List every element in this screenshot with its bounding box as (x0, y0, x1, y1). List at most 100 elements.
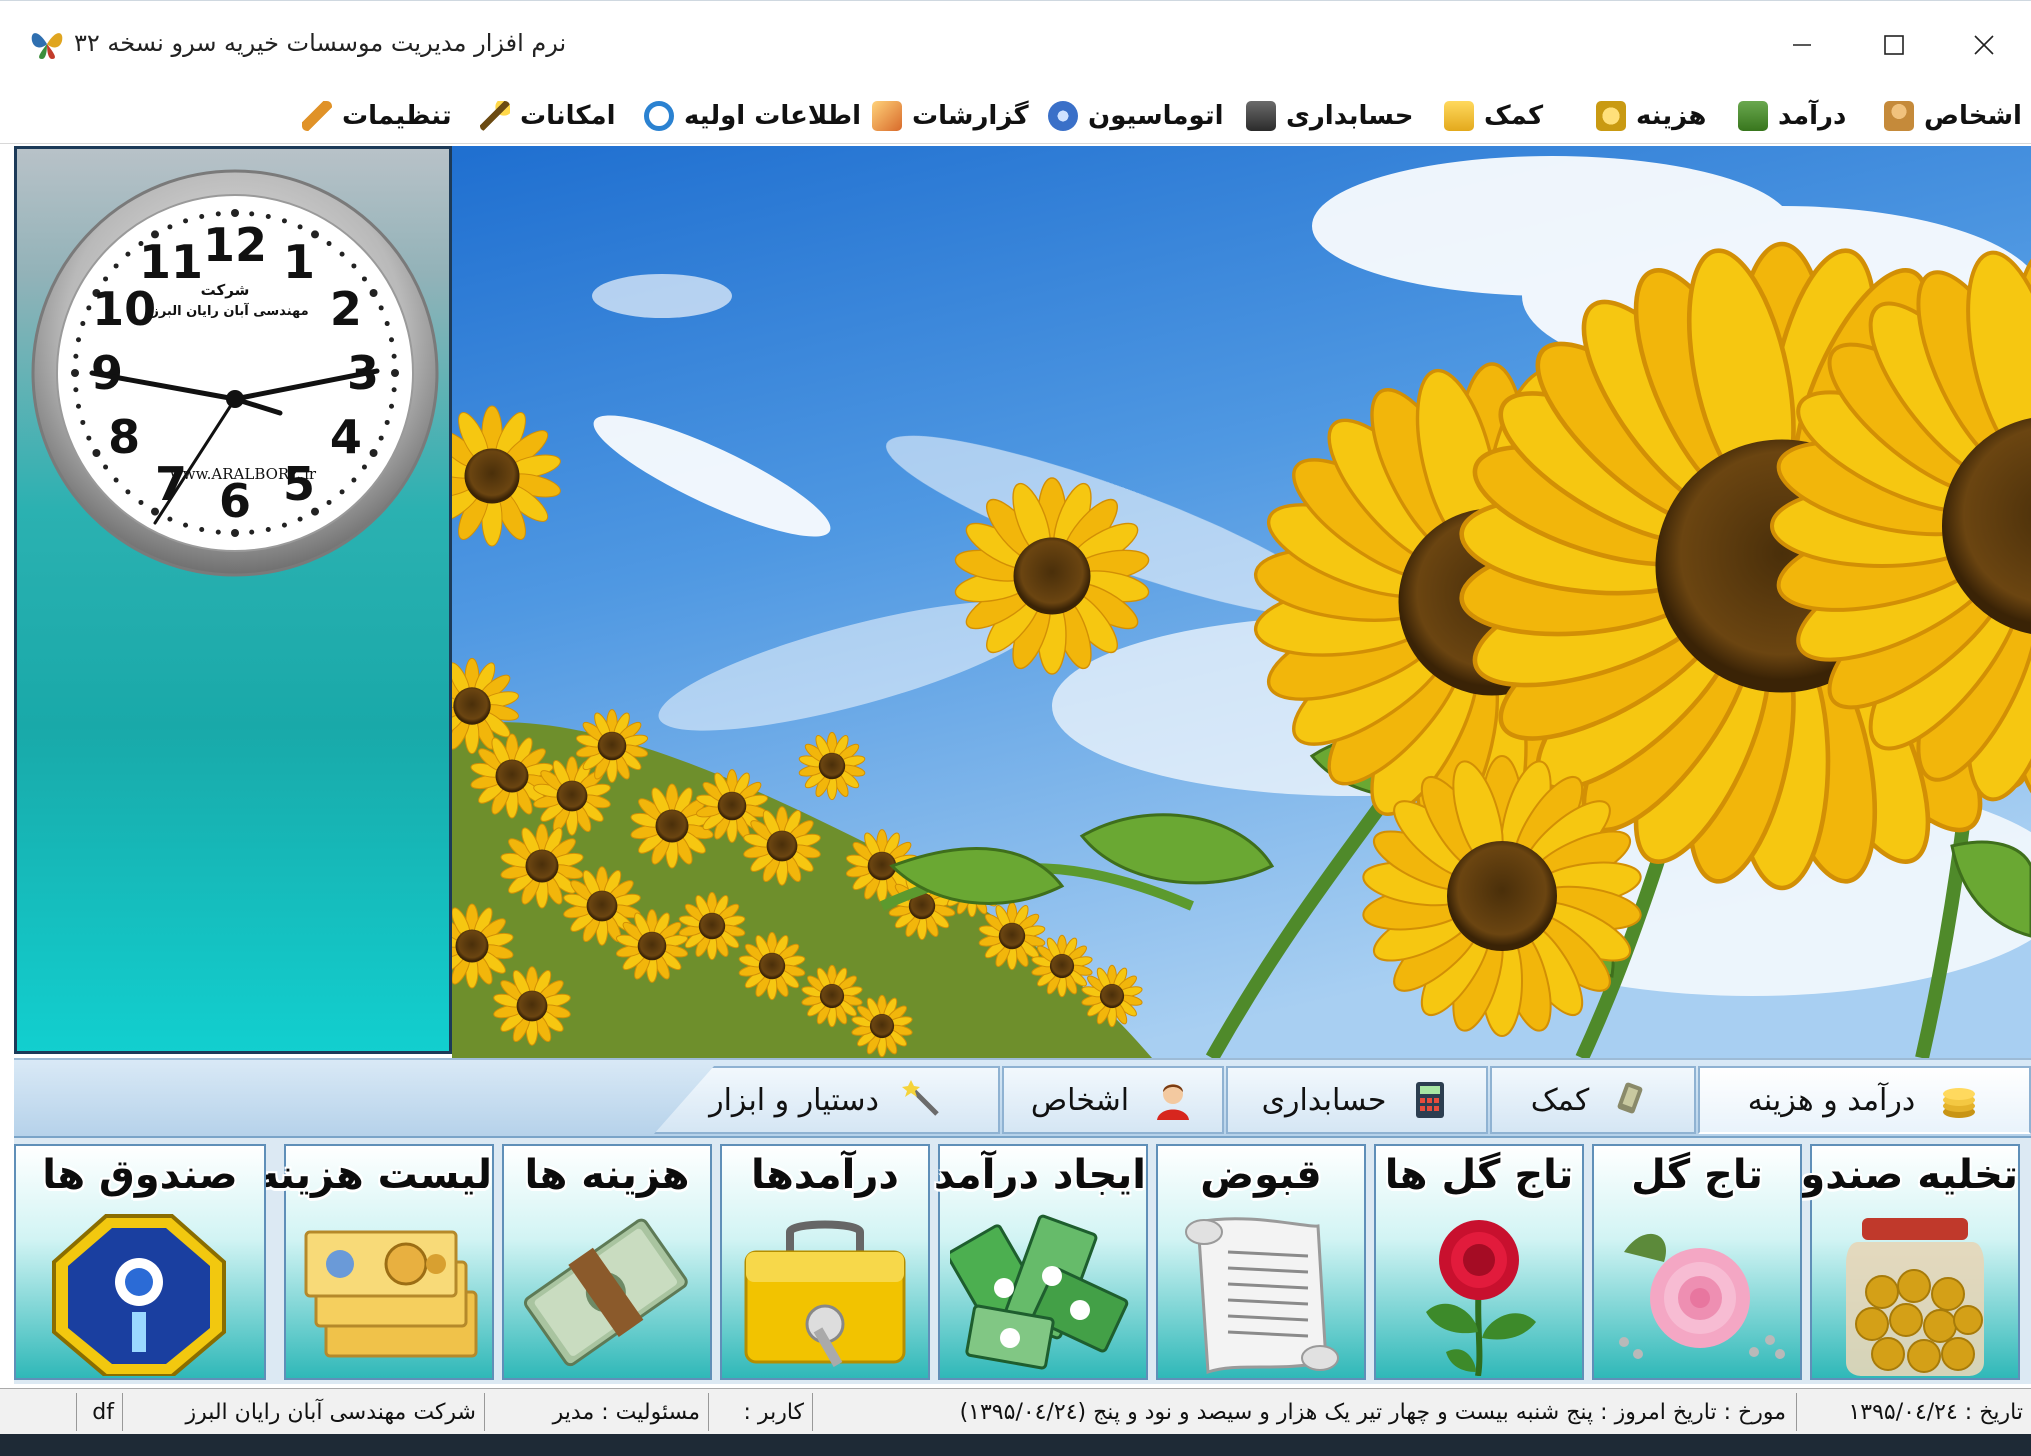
tab-assistant-tools[interactable]: دستیار و ابزار (654, 1066, 1000, 1134)
tile-receipts[interactable]: قبوض (1156, 1144, 1366, 1380)
menu-help-donation-label: کمک (1484, 101, 1544, 131)
gear-globe-icon (1048, 101, 1078, 131)
tile-incomes[interactable]: درآمدها (720, 1144, 930, 1380)
tile-create-income-label: ایجاد درآمد (933, 1152, 1146, 1198)
sunflower-background-image (452, 146, 2031, 1058)
tab-people-label: اشخاص (1030, 1082, 1130, 1118)
calculator-icon (1416, 1082, 1445, 1118)
menu-features-label: امکانات (520, 101, 616, 131)
clock-panel: 12 1 2 3 4 5 6 7 8 9 10 11 شرکت مهندسی آبان رایان ا… (14, 146, 452, 1054)
tile-incomes-label: درآمدها (751, 1152, 899, 1198)
menu-reports[interactable]: گزارشات (872, 96, 1029, 136)
clock-numeral: 12 (203, 218, 267, 272)
status-date: تاریخ : ۱۳۹۵/۰٤/۲٤ (1796, 1393, 2031, 1431)
tile-expenses[interactable]: هزینه ها (502, 1144, 712, 1380)
magic-wand-icon (901, 1080, 939, 1116)
tab-income-expense-label: درآمد و هزینه (1747, 1082, 1916, 1118)
tab-accounting[interactable]: حسابداری (1226, 1066, 1488, 1134)
refresh-icon (644, 101, 674, 131)
taskbar (0, 1434, 2031, 1456)
hand-money-icon (1617, 1082, 1643, 1114)
menu-expense[interactable]: هزینه (1596, 96, 1706, 136)
clock-numeral: 10 (92, 282, 156, 336)
maximize-button[interactable] (1872, 23, 1916, 67)
ribbon-tabs: درآمد و هزینه کمک حسابداری اشخاص دستیار … (14, 1058, 2031, 1136)
tile-expenses-label: هزینه ها (524, 1152, 690, 1198)
tile-expense-list-label: لیست هزینه (255, 1152, 492, 1198)
clock-company-line2: مهندسی آبان رایان البرز (150, 302, 308, 319)
minimize-button[interactable] (1780, 23, 1824, 67)
close-icon (1974, 35, 1994, 55)
menu-bar: اشخاص درآمد هزینه کمک حسابداری اتوماسیون… (0, 88, 2031, 144)
menu-basic-info-label: اطلاعات اولیه (684, 101, 862, 131)
tile-receipts-label: قبوض (1200, 1152, 1322, 1198)
cash-box-icon (744, 1220, 906, 1368)
clock-center-pin (226, 390, 244, 408)
tab-donation-label: کمک (1530, 1082, 1590, 1118)
menu-features[interactable]: امکانات (480, 96, 616, 136)
status-user: کاربر : (708, 1393, 812, 1431)
tile-create-income[interactable]: ایجاد درآمد (933, 1144, 1148, 1380)
menu-automation-label: اتوماسیون (1088, 101, 1224, 131)
clock-company-line1: شرکت (201, 281, 250, 299)
maximize-icon (1884, 35, 1904, 55)
menu-expense-label: هزینه (1636, 101, 1707, 131)
tile-wreaths[interactable]: تاج گل ها (1374, 1144, 1584, 1380)
menu-basic-info[interactable]: اطلاعات اولیه (644, 96, 861, 136)
tile-wreath-label: تاج گل (1631, 1152, 1763, 1198)
money-stack-icon (1738, 101, 1768, 131)
dollar-bundle-icon (523, 1218, 688, 1367)
menu-automation[interactable]: اتوماسیون (1048, 96, 1224, 136)
scroll-receipt-icon (1185, 1217, 1339, 1375)
tile-empty-cashbox-label: تخلیه صندوق (1764, 1152, 2018, 1198)
title-bar: نرم افزار مدیریت موسسات خیریه سرو نسخه ۳… (0, 0, 2031, 88)
wand-icon (480, 101, 510, 131)
window-title: نرم افزار مدیریت موسسات خیریه سرو نسخه ۳… (74, 29, 567, 57)
minimize-icon (1793, 44, 1811, 46)
hand-coins-icon (1444, 101, 1474, 131)
menu-settings[interactable]: تنظیمات (302, 96, 452, 136)
tab-assistant-tools-label: دستیار و ابزار (709, 1082, 879, 1118)
butterfly-logo-icon (31, 33, 63, 59)
menu-income[interactable]: درآمد (1738, 96, 1846, 136)
clock-numeral: 1 (283, 235, 315, 289)
shortcut-tiles: تخلیه صندوق تاج گل تاج گل ها قبوض ایجاد … (14, 1136, 2031, 1384)
status-dated: مورخ : تاریخ امروز : پنج شنبه بیست و چها… (812, 1393, 1794, 1431)
coins-icon (1943, 1088, 1976, 1118)
status-extra: df (76, 1393, 122, 1431)
person-icon (1157, 1084, 1190, 1120)
clock-numeral: 4 (330, 410, 362, 464)
cheques-icon (304, 1230, 478, 1358)
close-button[interactable] (1962, 23, 2006, 67)
menu-help-donation[interactable]: کمک (1444, 96, 1543, 136)
menu-accounting[interactable]: حسابداری (1246, 96, 1413, 136)
wrench-icon (302, 101, 332, 131)
menu-income-label: درآمد (1778, 101, 1847, 131)
tab-people[interactable]: اشخاص (1002, 1066, 1224, 1134)
tab-income-expense[interactable]: درآمد و هزینه (1698, 1066, 2031, 1134)
tab-donation[interactable]: کمک (1490, 1066, 1696, 1134)
tile-empty-cashbox[interactable]: تخلیه صندوق (1764, 1144, 2020, 1380)
clock-numeral: 11 (139, 235, 203, 289)
report-icon (872, 101, 902, 131)
calculator-icon (1246, 101, 1276, 131)
people-icon (1884, 101, 1914, 131)
menu-accounting-label: حسابداری (1286, 101, 1414, 131)
menu-reports-label: گزارشات (912, 101, 1029, 131)
tile-cashboxes[interactable]: صندوق ها (14, 1144, 266, 1380)
status-company: شرکت مهندسی آبان رایان البرز (122, 1393, 484, 1431)
red-rose-icon (1426, 1220, 1536, 1376)
charity-box-icon (52, 1214, 226, 1376)
tile-wreath[interactable]: تاج گل (1592, 1144, 1802, 1380)
status-responsibility: مسئولیت : مدیر (484, 1393, 708, 1431)
coin-jar-icon (1846, 1218, 1984, 1376)
status-bar: تاریخ : ۱۳۹۵/۰٤/۲٤ مورخ : تاریخ امروز : … (0, 1388, 2031, 1434)
tile-cashboxes-label: صندوق ها (42, 1152, 238, 1198)
banknotes-icon (950, 1214, 1129, 1370)
menu-settings-label: تنظیمات (342, 101, 452, 131)
coins-icon (1596, 101, 1626, 131)
tab-accounting-label: حسابداری (1261, 1082, 1387, 1118)
clock-numeral: 8 (108, 410, 140, 464)
tile-expense-list[interactable]: لیست هزینه (255, 1144, 494, 1380)
menu-people[interactable]: اشخاص (1884, 96, 2022, 136)
